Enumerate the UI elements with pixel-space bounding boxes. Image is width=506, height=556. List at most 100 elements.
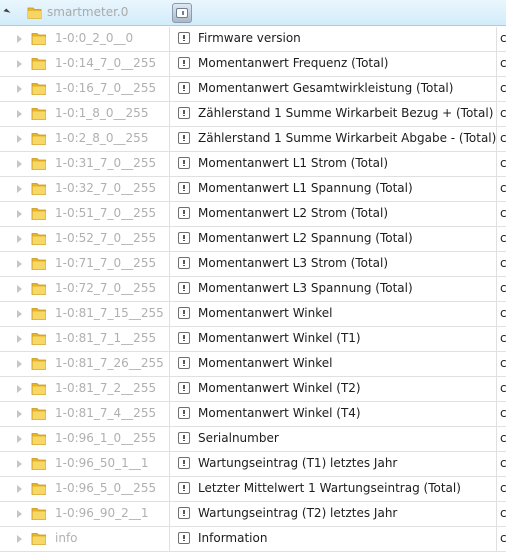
expand-arrow-icon[interactable] <box>17 185 22 193</box>
tree-row[interactable]: 1-0:71_7_0__255 Momentanwert L3 Strom (To… <box>0 252 506 277</box>
tree-row[interactable]: 1-0:81_7_4__255 Momentanwert Winkel (T4) c <box>0 402 506 427</box>
id-cell: 1-0:1_8_0__255 <box>0 102 170 126</box>
expand-arrow-icon[interactable] <box>17 60 22 68</box>
tree-row[interactable]: 1-0:51_7_0__255 Momentanwert L2 Strom (To… <box>0 202 506 227</box>
expand-arrow-icon[interactable] <box>17 285 22 293</box>
expand-arrow-icon[interactable] <box>17 435 22 443</box>
expand-arrow-icon[interactable] <box>17 310 22 318</box>
object-id: 1-0:1_8_0__255 <box>55 106 149 120</box>
object-name: Momentanwert L3 Strom (Total) <box>198 256 389 270</box>
expand-arrow-icon[interactable] <box>17 110 22 118</box>
expand-arrow-icon[interactable] <box>17 385 22 393</box>
object-id: 1-0:96_50_1__1 <box>55 456 149 470</box>
role-cell: c <box>497 377 506 401</box>
object-type-icon[interactable] <box>172 3 192 23</box>
expand-arrow-icon[interactable] <box>17 85 22 93</box>
state-icon <box>178 532 190 544</box>
object-name: Wartungseintrag (T1) letztes Jahr <box>198 456 398 470</box>
id-cell: 1-0:71_7_0__255 <box>0 252 170 276</box>
tree-row[interactable]: 1-0:32_7_0__255 Momentanwert L1 Spannung … <box>0 177 506 202</box>
name-cell: Momentanwert L3 Spannung (Total) <box>170 277 497 301</box>
state-icon <box>178 407 190 419</box>
object-id: 1-0:71_7_0__255 <box>55 256 157 270</box>
object-name: Momentanwert Winkel (T1) <box>198 331 361 345</box>
role-cell: c <box>497 27 506 51</box>
tree-row[interactable]: 1-0:16_7_0__255 Momentanwert Gesamtwirkle… <box>0 77 506 102</box>
tree-row[interactable]: 1-0:81_7_15__255 Momentanwert Winkel c <box>0 302 506 327</box>
object-name: Momentanwert Frequenz (Total) <box>198 56 389 70</box>
folder-icon <box>31 156 47 175</box>
tree-row[interactable]: 1-0:81_7_1__255 Momentanwert Winkel (T1) c <box>0 327 506 352</box>
role-text: c <box>500 81 506 95</box>
name-cell: Wartungseintrag (T2) letztes Jahr <box>170 502 497 526</box>
expand-arrow-icon[interactable] <box>17 360 22 368</box>
role-text: c <box>500 131 506 145</box>
role-cell: c <box>497 477 506 501</box>
tree-row[interactable]: 1-0:52_7_0__255 Momentanwert L2 Spannung … <box>0 227 506 252</box>
role-text: c <box>500 356 506 370</box>
expand-arrow-icon[interactable] <box>17 160 22 168</box>
role-text: c <box>500 481 506 495</box>
role-text: c <box>500 506 506 520</box>
object-name: Momentanwert Winkel <box>198 306 333 320</box>
tree-row[interactable]: 1-0:96_1_0__255 Serialnumber c <box>0 427 506 452</box>
expand-arrow-icon[interactable] <box>17 485 22 493</box>
role-cell: c <box>497 202 506 226</box>
role-cell: c <box>497 327 506 351</box>
state-icon <box>178 257 190 269</box>
folder-icon <box>31 281 47 300</box>
object-id: 1-0:52_7_0__255 <box>55 231 157 245</box>
object-name: Momentanwert Winkel (T2) <box>198 381 361 395</box>
tree-row[interactable]: 1-0:81_7_2__255 Momentanwert Winkel (T2) c <box>0 377 506 402</box>
expand-arrow-icon[interactable] <box>17 410 22 418</box>
name-cell: Serialnumber <box>170 427 497 451</box>
name-cell: Momentanwert L2 Spannung (Total) <box>170 227 497 251</box>
folder-icon <box>31 306 47 325</box>
expand-arrow-icon[interactable] <box>17 535 22 543</box>
tree-row[interactable]: info Information c <box>0 527 506 552</box>
id-cell: 1-0:32_7_0__255 <box>0 177 170 201</box>
expand-arrow-icon[interactable] <box>17 260 22 268</box>
folder-icon <box>31 56 47 75</box>
name-cell: Momentanwert L1 Spannung (Total) <box>170 177 497 201</box>
tree-row[interactable]: 1-0:2_8_0__255 Zählerstand 1 Summe Wirkar… <box>0 127 506 152</box>
object-id: 1-0:96_90_2__1 <box>55 506 149 520</box>
expand-arrow-icon[interactable] <box>17 235 22 243</box>
id-cell: info <box>0 527 170 551</box>
expand-arrow-icon[interactable] <box>17 210 22 218</box>
state-icon <box>178 182 190 194</box>
folder-icon <box>31 481 47 500</box>
tree-row[interactable]: 1-0:96_50_1__1 Wartungseintrag (T1) letzt… <box>0 452 506 477</box>
id-cell: 1-0:81_7_1__255 <box>0 327 170 351</box>
role-cell: c <box>497 402 506 426</box>
expand-arrow-icon[interactable] <box>17 510 22 518</box>
id-cell: 1-0:0_2_0__0 <box>0 27 170 51</box>
expand-arrow-icon[interactable] <box>17 335 22 343</box>
object-name: Momentanwert L1 Spannung (Total) <box>198 181 413 195</box>
expand-arrow-icon[interactable] <box>17 460 22 468</box>
folder-icon <box>31 356 47 375</box>
tree-row[interactable]: 1-0:72_7_0__255 Momentanwert L3 Spannung … <box>0 277 506 302</box>
expand-arrow-icon[interactable] <box>17 135 22 143</box>
tree-row[interactable]: 1-0:81_7_26__255 Momentanwert Winkel c <box>0 352 506 377</box>
tree-row[interactable]: 1-0:0_2_0__0 Firmware version c <box>0 27 506 52</box>
tree-row[interactable]: 1-0:31_7_0__255 Momentanwert L1 Strom (To… <box>0 152 506 177</box>
expand-arrow-icon[interactable] <box>17 35 22 43</box>
id-cell: 1-0:72_7_0__255 <box>0 277 170 301</box>
tree-row[interactable]: 1-0:14_7_0__255 Momentanwert Frequenz (To… <box>0 52 506 77</box>
tree-row[interactable]: 1-0:96_90_2__1 Wartungseintrag (T2) letzt… <box>0 502 506 527</box>
role-cell: c <box>497 127 506 151</box>
root-node-row[interactable]: smartmeter.0 <box>0 0 506 26</box>
collapse-arrow-icon[interactable] <box>3 8 11 16</box>
role-cell: c <box>497 352 506 376</box>
object-name: Momentanwert L3 Spannung (Total) <box>198 281 413 295</box>
state-icon <box>178 32 190 44</box>
folder-icon <box>31 531 47 550</box>
id-cell: 1-0:81_7_2__255 <box>0 377 170 401</box>
name-cell: Momentanwert Winkel (T1) <box>170 327 497 351</box>
role-text: c <box>500 531 506 545</box>
tree-row[interactable]: 1-0:1_8_0__255 Zählerstand 1 Summe Wirkar… <box>0 102 506 127</box>
id-cell: 1-0:2_8_0__255 <box>0 127 170 151</box>
tree-row[interactable]: 1-0:96_5_0__255 Letzter Mittelwert 1 Wart… <box>0 477 506 502</box>
object-name: Letzter Mittelwert 1 Wartungseintrag (To… <box>198 481 461 495</box>
